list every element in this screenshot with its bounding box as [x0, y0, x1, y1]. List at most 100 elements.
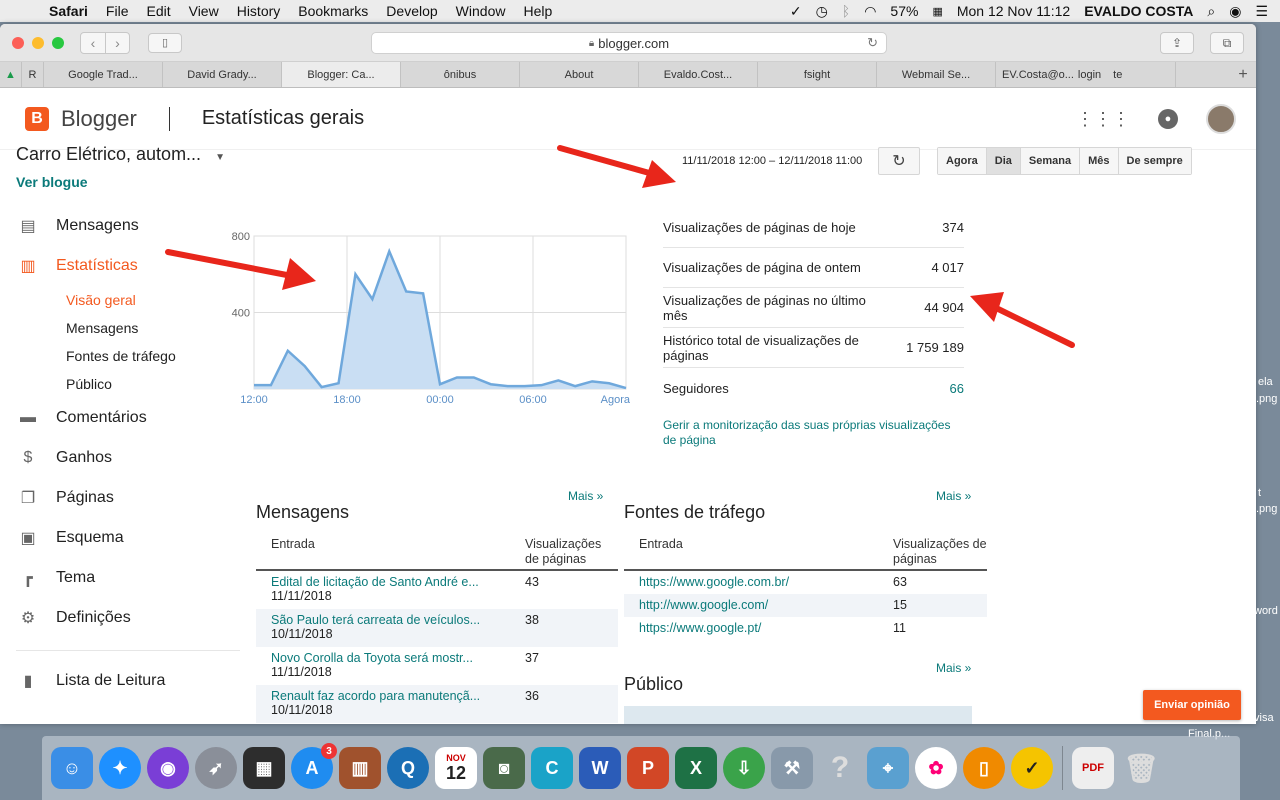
- trash-icon[interactable]: 🗑︎: [1120, 747, 1162, 789]
- share-icon[interactable]: ⇪: [1160, 32, 1194, 54]
- powerpoint-icon[interactable]: P: [627, 747, 669, 789]
- checkmark-status-icon[interactable]: ✓: [790, 3, 802, 20]
- menu-develop[interactable]: Develop: [377, 3, 446, 19]
- traffic-more-link[interactable]: Mais »: [936, 489, 971, 503]
- pdf-file-icon[interactable]: PDF: [1072, 747, 1114, 789]
- view-blog-link[interactable]: Ver blogue: [16, 174, 88, 190]
- tab-blogger[interactable]: Blogger: Ca...: [282, 62, 401, 87]
- sidebar-item-definicoes[interactable]: ⚙ Definições: [16, 598, 240, 638]
- back-button[interactable]: ‹: [81, 33, 105, 53]
- user-name[interactable]: EVALDO COSTA: [1084, 3, 1193, 19]
- forward-button[interactable]: ›: [105, 32, 129, 53]
- tab-ev-costa-mail[interactable]: EV.Costa@o... login te: [996, 62, 1176, 87]
- excel-icon[interactable]: X: [675, 747, 717, 789]
- wifi-icon[interactable]: ◠: [864, 3, 876, 20]
- sidebar-sub-fontes-trafego[interactable]: Fontes de tráfego: [16, 342, 240, 370]
- contacts-icon[interactable]: ▥: [339, 747, 381, 789]
- traffic-source-link[interactable]: http://www.google.com/: [624, 598, 893, 612]
- directory-utility-icon[interactable]: ⚒: [771, 747, 813, 789]
- sidebar-item-tema[interactable]: ┏ Tema: [16, 558, 240, 598]
- range-agora-button[interactable]: Agora: [938, 148, 987, 174]
- sidebar-item-paginas[interactable]: ❐ Páginas: [16, 478, 240, 518]
- menu-file[interactable]: File: [97, 3, 138, 19]
- ibooks-icon[interactable]: ▯: [963, 747, 1005, 789]
- battery-status[interactable]: 57%: [890, 3, 918, 19]
- reload-icon[interactable]: ↻: [867, 35, 878, 51]
- sidebar-item-mensagens[interactable]: ▤ Mensagens: [16, 206, 240, 246]
- sidebar-item-comentarios[interactable]: ▬ Comentários: [16, 398, 240, 438]
- range-dia-button[interactable]: Dia: [986, 148, 1021, 174]
- downloader-globe-icon[interactable]: ⇩: [723, 747, 765, 789]
- word-icon[interactable]: W: [579, 747, 621, 789]
- c-app-icon[interactable]: C: [531, 747, 573, 789]
- calendar-icon[interactable]: NOV 12: [435, 747, 477, 789]
- post-title-link[interactable]: Renault faz acordo para manutençã...: [271, 689, 525, 703]
- traffic-source-link[interactable]: https://www.google.com.br/: [624, 575, 893, 589]
- pinned-tab-r[interactable]: R: [22, 62, 44, 87]
- blog-selector[interactable]: Carro Elétrico, autom... ▼: [16, 144, 225, 165]
- sidebar-sub-mensagens[interactable]: Mensagens: [16, 314, 240, 342]
- zoom-window-button[interactable]: [52, 36, 64, 49]
- refresh-button[interactable]: ↻: [878, 147, 920, 175]
- photo-booth-icon[interactable]: ▦: [243, 747, 285, 789]
- public-more-link[interactable]: Mais »: [936, 661, 971, 675]
- tab-onibus[interactable]: ônibus: [401, 62, 520, 87]
- close-window-button[interactable]: [12, 36, 24, 49]
- tab-fsight[interactable]: fsight: [758, 62, 877, 87]
- finder-icon[interactable]: ☺: [51, 747, 93, 789]
- caret-down-icon[interactable]: ▼: [215, 152, 225, 163]
- pinned-tab-drive[interactable]: ▲: [0, 62, 22, 87]
- bluetooth-icon[interactable]: ᛒ: [842, 3, 850, 19]
- spotlight-search-icon[interactable]: ⌕: [1207, 3, 1215, 20]
- notifications-bell-icon[interactable]: ●: [1158, 109, 1178, 129]
- sidebar-item-lista-leitura[interactable]: ▮ Lista de Leitura: [16, 661, 240, 701]
- post-title-link[interactable]: Edital de licitação de Santo André e...: [271, 575, 525, 589]
- sidebar-toggle-icon[interactable]: ▯: [148, 32, 182, 53]
- range-de-sempre-button[interactable]: De sempre: [1118, 148, 1191, 174]
- new-tab-button[interactable]: +: [1230, 62, 1256, 87]
- tab-evaldo-costa[interactable]: Evaldo.Cost...: [639, 62, 758, 87]
- followers-link[interactable]: 66: [950, 381, 964, 396]
- app-store-icon[interactable]: A3: [291, 743, 337, 789]
- google-apps-icon[interactable]: ⋮⋮⋮: [1076, 109, 1130, 130]
- menu-window[interactable]: Window: [447, 3, 515, 19]
- image-capture-icon[interactable]: ◙: [483, 747, 525, 789]
- send-feedback-button[interactable]: Enviar opinião: [1143, 690, 1241, 720]
- siri-icon[interactable]: ◉: [147, 747, 189, 789]
- sidebar-item-ganhos[interactable]: $ Ganhos: [16, 438, 240, 478]
- safari-icon[interactable]: ✦: [99, 747, 141, 789]
- manage-tracking-link[interactable]: Gerir a monitorização das suas próprias …: [663, 418, 963, 448]
- show-tabs-icon[interactable]: ⧉: [1210, 32, 1244, 54]
- tab-david-grady[interactable]: David Grady...: [163, 62, 282, 87]
- tab-about[interactable]: About: [520, 62, 639, 87]
- quicktime-icon[interactable]: Q: [387, 747, 429, 789]
- tab-webmail[interactable]: Webmail Se...: [877, 62, 996, 87]
- time-machine-icon[interactable]: ◷: [816, 3, 828, 20]
- check-app-icon[interactable]: ✓: [1011, 747, 1053, 789]
- maps-icon[interactable]: ⌖: [867, 747, 909, 789]
- menu-app-name[interactable]: Safari: [40, 3, 97, 19]
- menu-history[interactable]: History: [228, 3, 290, 19]
- blogger-logo-icon[interactable]: B: [25, 106, 49, 131]
- menu-edit[interactable]: Edit: [137, 3, 179, 19]
- range-mes-button[interactable]: Mês: [1080, 148, 1119, 174]
- launchpad-rocket-icon[interactable]: ➶: [195, 747, 237, 789]
- range-semana-button[interactable]: Semana: [1020, 148, 1081, 174]
- traffic-source-link[interactable]: https://www.google.pt/: [624, 621, 893, 635]
- tab-google-translate[interactable]: Google Trad...: [44, 62, 163, 87]
- blogger-brand[interactable]: Blogger: [61, 106, 137, 132]
- menu-view[interactable]: View: [180, 3, 228, 19]
- sidebar-sub-publico[interactable]: Público: [16, 370, 240, 398]
- notification-center-icon[interactable]: ☰: [1255, 3, 1268, 20]
- sidebar-item-estatisticas[interactable]: ▥ Estatísticas: [16, 246, 240, 286]
- menu-help[interactable]: Help: [514, 3, 561, 19]
- menu-bookmarks[interactable]: Bookmarks: [289, 3, 377, 19]
- avatar[interactable]: [1206, 104, 1236, 134]
- photos-icon[interactable]: ✿: [915, 747, 957, 789]
- sidebar-sub-visao-geral[interactable]: Visão geral: [16, 286, 240, 314]
- minimize-window-button[interactable]: [32, 36, 44, 49]
- post-title-link[interactable]: Novo Corolla da Toyota será mostr...: [271, 651, 525, 665]
- clock[interactable]: Mon 12 Nov 11:12: [957, 3, 1070, 19]
- unknown-app-question-icon[interactable]: ?: [819, 747, 861, 789]
- address-bar[interactable]: 🔒︎ blogger.com ↻: [371, 32, 887, 54]
